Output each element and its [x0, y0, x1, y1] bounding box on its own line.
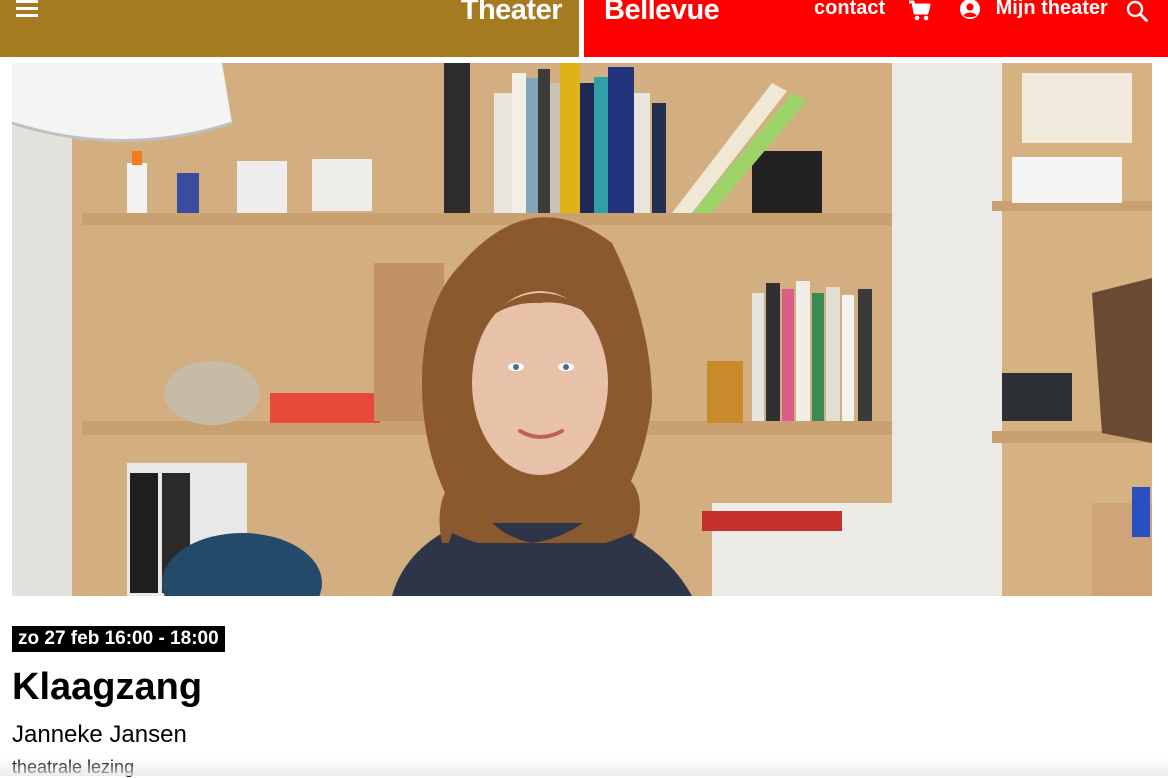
site-header: Theater Bellevue contact Mijn theater — [0, 0, 1168, 57]
event-date-badge: zo 27 feb 16:00 - 18:00 — [12, 626, 225, 652]
bottom-fade — [0, 758, 1168, 776]
user-circle-icon — [960, 0, 980, 19]
contact-link[interactable]: contact — [814, 0, 885, 20]
account-link[interactable]: Mijn theater — [960, 0, 1108, 23]
event-genre: theatrale lezing — [12, 757, 135, 777]
cart-icon[interactable] — [908, 0, 932, 22]
account-label: Mijn theater — [995, 0, 1108, 20]
event-artist: Janneke Jansen — [12, 721, 187, 748]
logo-theater[interactable]: Theater — [461, 0, 563, 27]
event-title: Klaagzang — [12, 666, 203, 708]
hero-photo — [12, 63, 1152, 596]
logo-bellevue[interactable]: Bellevue — [604, 0, 720, 27]
hamburger-icon[interactable] — [16, 0, 40, 22]
search-icon[interactable] — [1126, 0, 1148, 22]
